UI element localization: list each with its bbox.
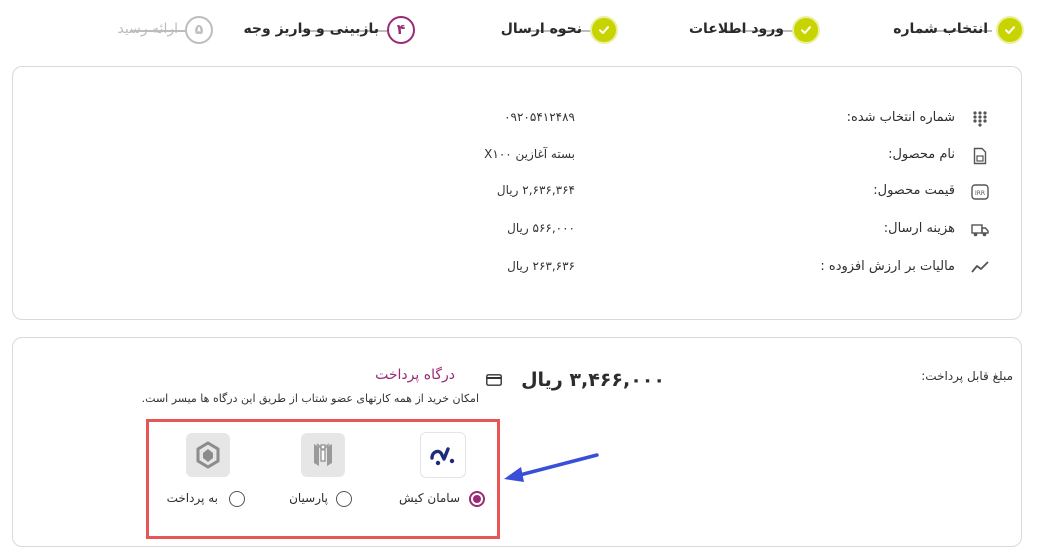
step-enter-info-label: ورود اطلاعات bbox=[688, 21, 784, 37]
product-price-value: ۲,۶۳۶,۳۶۴ ریال bbox=[496, 183, 575, 197]
gateway-highlight-box bbox=[146, 419, 500, 539]
price-tag-icon: IRR bbox=[971, 183, 989, 201]
pointer-arrow-icon bbox=[500, 448, 602, 486]
vat-label: مالیات بر ارزش افزوده : bbox=[820, 259, 955, 274]
svg-text:IRR: IRR bbox=[975, 190, 985, 197]
step-receipt-number: ۵ bbox=[185, 16, 213, 44]
card-icon bbox=[486, 371, 502, 386]
payment-gateway-title: درگاه پرداخت bbox=[375, 367, 455, 383]
payment-gateway-description: امکان خرید از همه کارتهای عضو شتاب از طر… bbox=[141, 392, 479, 405]
shipping-cost-label: هزینه ارسال: bbox=[883, 221, 955, 236]
vat-value: ۲۶۳,۶۳۶ ریال bbox=[507, 259, 575, 273]
payable-amount-value: ۳,۴۶۶,۰۰۰ ریال bbox=[521, 369, 665, 391]
shipping-cost-value: ۵۶۶,۰۰۰ ریال bbox=[507, 221, 575, 235]
step-select-number-check-icon bbox=[996, 16, 1024, 44]
sim-card-icon bbox=[971, 147, 989, 165]
product-name-value: بسته آغازین X۱۰۰ bbox=[484, 147, 575, 161]
step-shipping-check-icon bbox=[590, 16, 618, 44]
step-enter-info-check-icon bbox=[792, 16, 820, 44]
payable-amount-label: مبلغ قابل پرداخت: bbox=[921, 369, 1013, 383]
trend-chart-icon bbox=[971, 258, 989, 276]
product-price-label: قیمت محصول: bbox=[873, 183, 955, 198]
order-summary-card: شماره انتخاب شده: ۰۹۲۰۵۴۱۲۴۸۹ نام محصول:… bbox=[12, 66, 1022, 320]
dialpad-icon bbox=[971, 110, 989, 128]
step-review-payment-number: ۴ bbox=[387, 16, 415, 44]
progress-stepper: انتخاب شماره ورود اطلاعات نحوه ارسال ۴ ب… bbox=[0, 0, 1039, 62]
step-select-number-label: انتخاب شماره bbox=[893, 21, 988, 37]
product-name-label: نام محصول: bbox=[888, 147, 955, 162]
step-review-payment-label: بازبینی و واریز وجه bbox=[243, 21, 379, 37]
selected-number-label: شماره انتخاب شده: bbox=[846, 110, 955, 125]
step-shipping-label: نحوه ارسال bbox=[500, 21, 582, 37]
delivery-truck-icon bbox=[971, 221, 989, 239]
selected-number-value: ۰۹۲۰۵۴۱۲۴۸۹ bbox=[504, 110, 575, 124]
step-receipt-label: ارائه رسید bbox=[117, 21, 178, 37]
